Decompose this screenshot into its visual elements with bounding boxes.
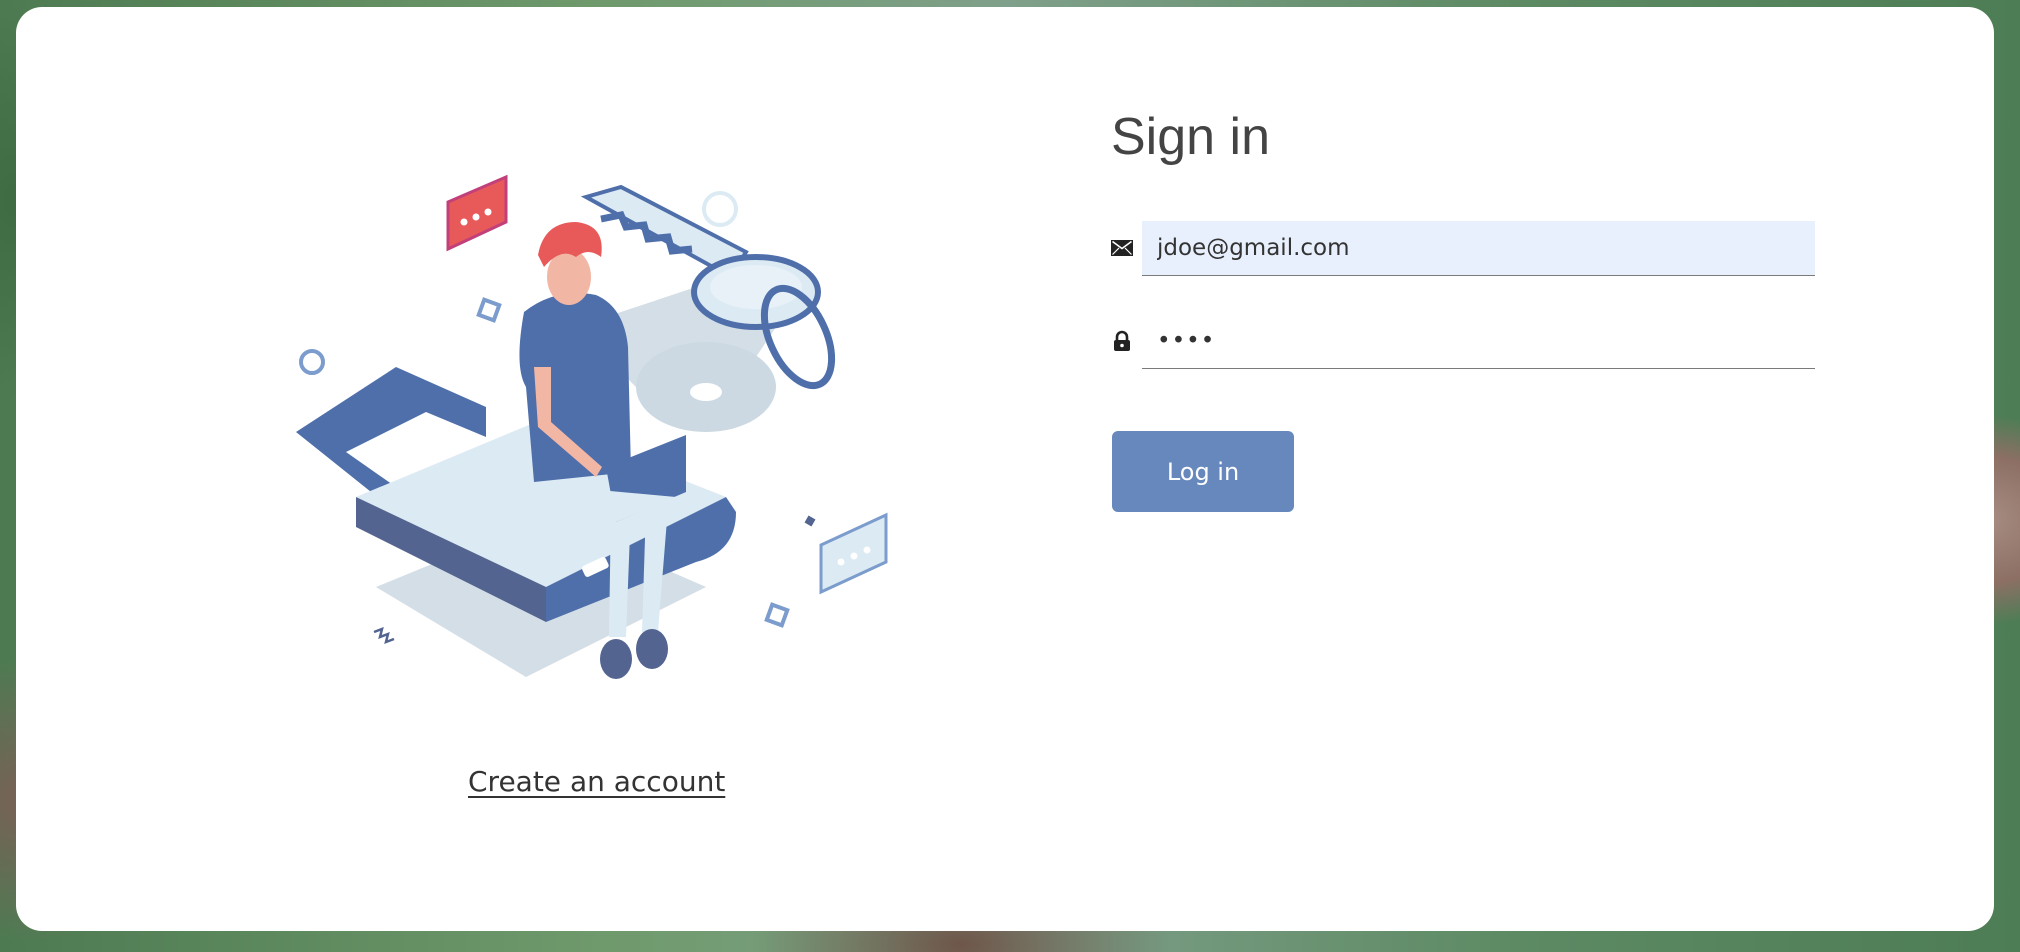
create-account-link[interactable]: Create an account: [468, 765, 725, 798]
email-field[interactable]: [1142, 221, 1815, 276]
page-title: Sign in: [1111, 108, 1270, 166]
password-field[interactable]: [1142, 314, 1815, 369]
login-button[interactable]: Log in: [1112, 431, 1294, 512]
lock-icon: [1114, 330, 1130, 351]
login-card: Create an account Sign in Log in: [16, 7, 1994, 931]
envelope-icon: [1111, 240, 1133, 256]
login-illustration: [296, 174, 888, 679]
